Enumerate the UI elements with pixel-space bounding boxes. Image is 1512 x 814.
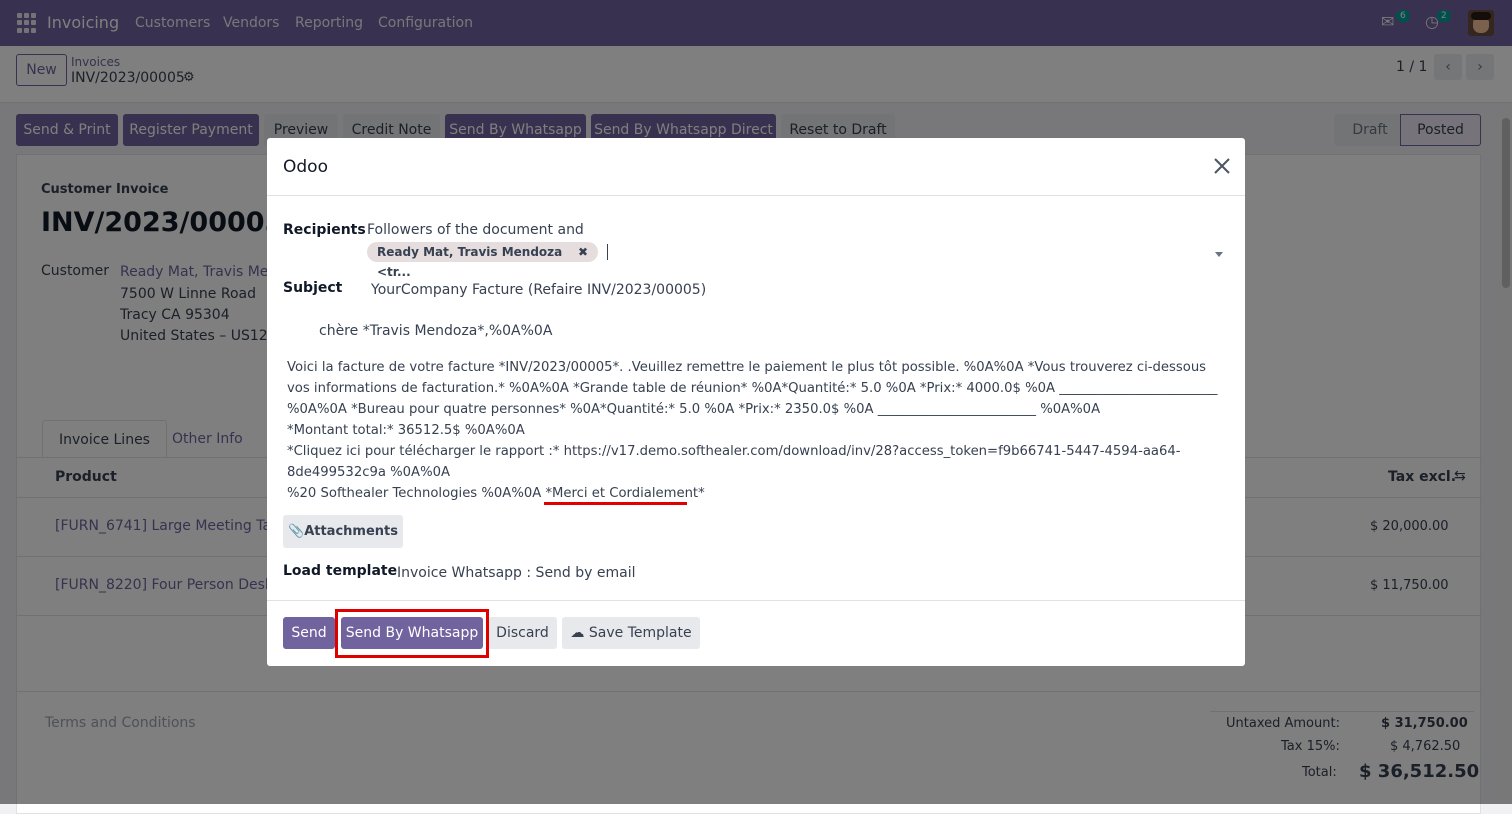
subject-field[interactable]: YourCompany Facture (Refaire INV/2023/00… <box>371 282 706 298</box>
recipients-text: Followers of the document and <box>367 222 584 238</box>
recipients-label: Recipients <box>283 222 366 238</box>
message-line: %20 Softhealer Technologies %0A%0A *Merc… <box>287 486 705 501</box>
close-icon[interactable] <box>1211 155 1233 177</box>
attachments-button[interactable]: 📎Attachments <box>283 515 403 548</box>
message-line: vos informations de facturation.* %0A%0A… <box>287 381 1218 396</box>
load-template-label: Load template <box>283 563 398 579</box>
send-button[interactable]: Send <box>283 617 335 649</box>
attachments-label: Attachments <box>304 524 398 539</box>
recipient-tag[interactable]: Ready Mat, Travis Mendoza <tr... ✖ <box>367 242 598 279</box>
message-line: %0A%0A *Bureau pour quatre personnes* %0… <box>287 402 1101 417</box>
message-line: *Cliquez ici pour télécharger le rapport… <box>287 444 1181 459</box>
cloud-upload-icon: ☁ <box>570 625 585 641</box>
message-line: Voici la facture de votre facture *INV/2… <box>287 360 1207 375</box>
compose-dialog: Odoo Recipients Followers of the documen… <box>267 138 1245 666</box>
subject-label: Subject <box>283 280 343 296</box>
save-template-label: Save Template <box>588 625 692 641</box>
dropdown-arrow-icon[interactable] <box>1215 252 1223 257</box>
paperclip-icon: 📎 <box>288 524 305 539</box>
message-line: 8de499532c9a %0A%0A <box>287 465 451 480</box>
remove-tag-icon[interactable]: ✖ <box>578 242 588 262</box>
recipients-input[interactable] <box>607 244 608 260</box>
modal-title: Odoo <box>283 157 328 177</box>
discard-button[interactable]: Discard <box>488 617 557 649</box>
highlight-underline <box>544 502 687 505</box>
message-greeting[interactable]: chère *Travis Mendoza*,%0A%0A <box>319 323 552 339</box>
message-line: *Montant total:* 36512.5$ %0A%0A <box>287 423 525 438</box>
highlight-box <box>335 609 489 658</box>
modal-header: Odoo <box>267 138 1245 196</box>
load-template-field[interactable]: Invoice Whatsapp : Send by email <box>397 565 636 581</box>
recipient-tag-label: Ready Mat, Travis Mendoza <tr... <box>377 245 563 279</box>
save-template-button[interactable]: ☁ Save Template <box>562 617 700 649</box>
